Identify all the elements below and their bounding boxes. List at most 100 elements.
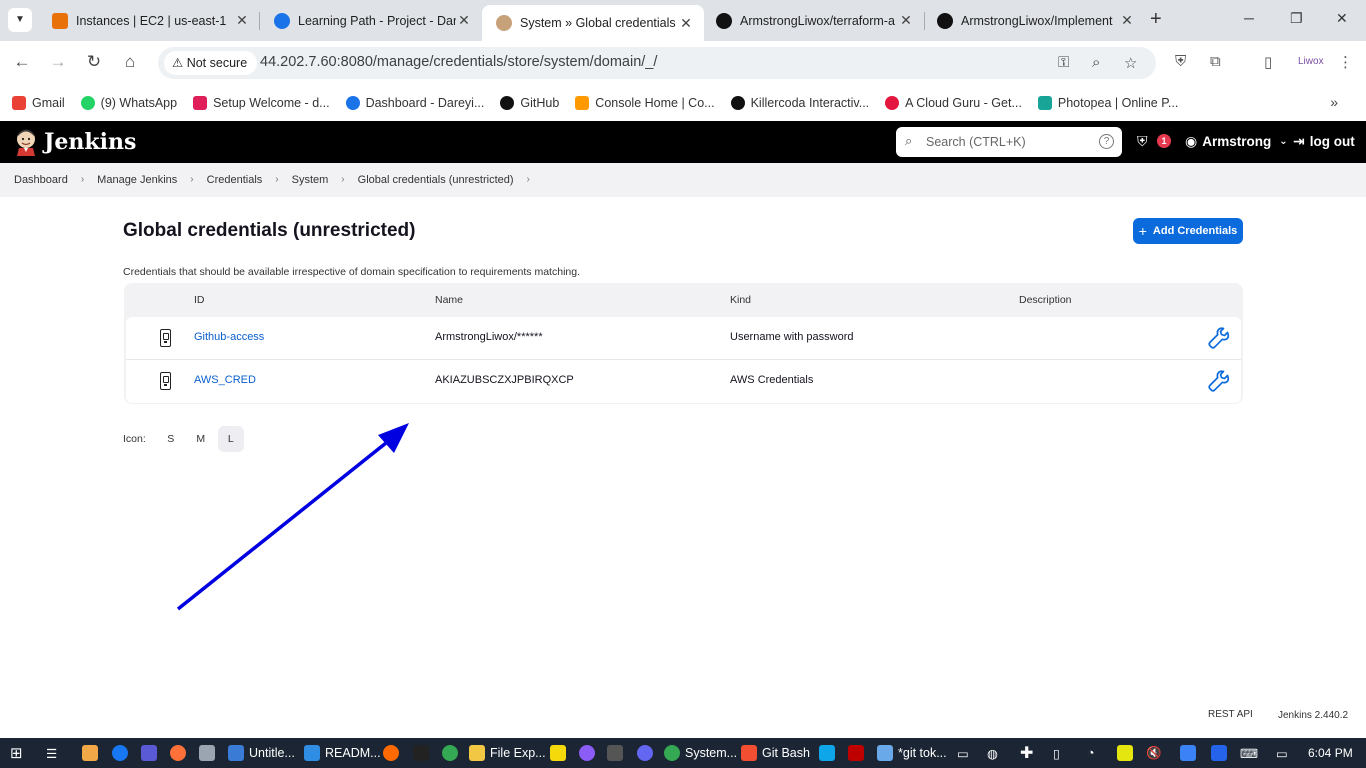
tab-search-menu-button[interactable]: ▼	[8, 8, 32, 32]
zoom-icon[interactable]: ⌕	[1092, 54, 1100, 71]
bookmark-github[interactable]: GitHub	[500, 96, 559, 110]
rest-api-link[interactable]: REST API	[1208, 709, 1253, 720]
search-input[interactable]	[926, 132, 1086, 152]
wrench-icon[interactable]	[1207, 369, 1231, 393]
wifi-icon[interactable]: ◔	[1087, 744, 1095, 762]
tab-ec2-instances[interactable]: Instances | EC2 | us-east-1 ✕	[38, 5, 260, 36]
chevron-right-icon[interactable]: ›	[527, 174, 530, 186]
taskbar-git-bash[interactable]: Git Bash	[741, 744, 810, 762]
breadcrumb-dashboard[interactable]: Dashboard	[14, 174, 68, 186]
close-window-icon[interactable]: ✕	[1336, 10, 1348, 27]
calculator-icon[interactable]	[607, 744, 628, 762]
column-header-name[interactable]: Name	[435, 294, 463, 306]
side-panel-icon[interactable]: ▯	[1264, 53, 1272, 71]
task-view-icon[interactable]: ☰	[46, 744, 57, 762]
credential-id-link[interactable]: Github-access	[194, 331, 264, 343]
tab-github-terraform[interactable]: ArmstrongLiwox/terraform-a ✕	[702, 5, 924, 36]
browser-menu-icon[interactable]: ⋮	[1338, 53, 1353, 71]
taskbar-vscode[interactable]: READM...	[304, 744, 381, 762]
restore-window-icon[interactable]: ❐	[1290, 10, 1303, 27]
bookmark-acloudguru[interactable]: A Cloud Guru - Get...	[885, 96, 1022, 110]
new-tab-button[interactable]: +	[1150, 8, 1162, 31]
breadcrumb-credentials[interactable]: Credentials	[207, 174, 263, 186]
amazon-icon[interactable]	[82, 744, 103, 762]
close-tab-icon[interactable]: ✕	[678, 15, 694, 32]
app-tray-icon[interactable]	[1117, 744, 1138, 762]
security-shield-icon[interactable]: ⛨	[1137, 133, 1148, 150]
bookmark-aws-console[interactable]: Console Home | Co...	[575, 96, 715, 110]
close-tab-icon[interactable]: ✕	[456, 12, 472, 29]
terminal-icon[interactable]	[413, 744, 434, 762]
app-icon[interactable]	[199, 744, 220, 762]
jenkins-search-box[interactable]: ⌕ ?	[896, 127, 1122, 157]
device-icon[interactable]: ▯	[1053, 744, 1060, 762]
reload-icon[interactable]: ↻	[83, 52, 105, 72]
taskbar-notepad-git[interactable]: *git tok...	[877, 744, 947, 762]
breadcrumb-manage-jenkins[interactable]: Manage Jenkins	[97, 174, 177, 186]
app-icon[interactable]	[637, 744, 658, 762]
search-help-icon[interactable]: ?	[1099, 134, 1114, 149]
forward-arrow-icon[interactable]: →	[47, 52, 69, 72]
bookmark-dashboard-darey[interactable]: Dashboard - Dareyi...	[345, 96, 484, 110]
credential-id-link[interactable]: AWS_CRED	[194, 374, 256, 386]
network-globe-icon[interactable]: ◍	[987, 744, 998, 762]
tab-global-credentials[interactable]: System » Global credentials ✕	[482, 5, 704, 41]
bookmark-star-icon[interactable]: ☆	[1124, 54, 1137, 72]
site-info-button[interactable]: ⚠ Not secure	[164, 51, 258, 75]
keyboard-icon[interactable]: ⌨	[1240, 744, 1258, 762]
user-menu[interactable]: ◉ Armstrong ⌄	[1185, 133, 1288, 150]
security-alert-badge[interactable]: 1	[1157, 134, 1171, 148]
extension-shield-icon[interactable]: ⛨	[1175, 53, 1186, 70]
app-icon[interactable]	[579, 744, 600, 762]
chrome-icon[interactable]	[442, 744, 463, 762]
url-text[interactable]: 44.202.7.60:8080/manage/credentials/stor…	[260, 54, 657, 70]
add-icon[interactable]: ✚	[1020, 744, 1033, 762]
bookmark-killercoda[interactable]: Killercoda Interactiv...	[730, 96, 869, 110]
tab-learning-path[interactable]: Learning Path - Project - Dar ✕	[260, 5, 482, 36]
app-icon[interactable]	[819, 744, 840, 762]
taskbar-chrome-system[interactable]: System...	[664, 744, 737, 762]
bookmark-photopea[interactable]: Photopea | Online P...	[1037, 96, 1178, 110]
tab-github-implement[interactable]: ArmstrongLiwox/Implement ✕	[923, 5, 1145, 36]
volume-icon[interactable]: 🔇	[1146, 744, 1162, 762]
more-bookmarks-chevron-icon[interactable]: »	[1330, 94, 1338, 110]
add-credentials-button[interactable]: + Add Credentials	[1133, 218, 1243, 244]
home-icon[interactable]: ⌂	[119, 52, 141, 72]
windows-start-icon[interactable]: ⊞	[10, 744, 23, 762]
password-key-icon[interactable]: ⚿	[1058, 54, 1069, 71]
app-tray-icon[interactable]	[1211, 744, 1232, 762]
breadcrumb-system[interactable]: System	[292, 174, 329, 186]
bookmark-slack[interactable]: Setup Welcome - d...	[193, 96, 330, 110]
column-header-id[interactable]: ID	[194, 294, 205, 306]
address-bar[interactable]: ⚠ Not secure 44.202.7.60:8080/manage/cre…	[158, 47, 1156, 79]
app-tray-icon[interactable]	[1180, 744, 1201, 762]
jenkins-version-link[interactable]: Jenkins 2.440.2	[1278, 710, 1348, 721]
breadcrumb-global-credentials[interactable]: Global credentials (unrestricted)	[358, 174, 514, 186]
bookmark-whatsapp[interactable]: (9) WhatsApp	[80, 96, 177, 110]
taskbar-file-explorer[interactable]: File Exp...	[469, 744, 546, 762]
taskbar-notepad[interactable]: Untitle...	[228, 744, 295, 762]
jenkins-butler-logo-icon[interactable]	[14, 128, 38, 156]
taskbar-clock[interactable]: 6:04 PM	[1308, 746, 1353, 760]
minimize-window-icon[interactable]: ─	[1244, 10, 1254, 26]
back-arrow-icon[interactable]: ←	[11, 52, 33, 72]
jenkins-brand-name[interactable]: Jenkins	[44, 129, 136, 155]
close-tab-icon[interactable]: ✕	[1119, 12, 1135, 29]
facebook-icon[interactable]	[112, 744, 133, 762]
display-icon[interactable]: ▭	[1276, 744, 1288, 762]
media-player-icon[interactable]	[141, 744, 162, 762]
firefox-icon[interactable]	[170, 744, 191, 762]
bookmark-gmail[interactable]: Gmail	[12, 96, 65, 110]
logout-link[interactable]: ⇥ log out	[1293, 133, 1355, 150]
close-tab-icon[interactable]: ✕	[898, 12, 914, 29]
profile-avatar[interactable]: Liwox	[1298, 56, 1324, 67]
close-tab-icon[interactable]: ✕	[234, 12, 250, 29]
filezilla-icon[interactable]	[848, 744, 869, 762]
column-header-description[interactable]: Description	[1019, 294, 1072, 306]
battery-icon[interactable]: ▭	[957, 744, 969, 762]
extensions-puzzle-icon[interactable]: ⧉	[1210, 53, 1221, 70]
wrench-icon[interactable]	[1207, 326, 1231, 350]
sticky-app-icon[interactable]	[550, 744, 571, 762]
firefox-dev-icon[interactable]	[383, 744, 404, 762]
column-header-kind[interactable]: Kind	[730, 294, 751, 306]
